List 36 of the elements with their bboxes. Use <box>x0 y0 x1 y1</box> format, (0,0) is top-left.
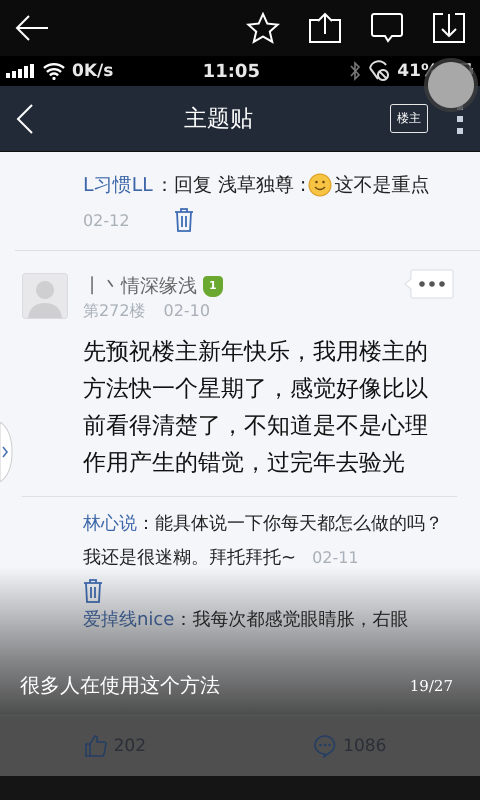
post-text: 先预祝楼主新年快乐，我用楼主的方法快一个星期了，感觉好像比以前看得清楚了，不知道是不是心理作用产生的错觉，过完年去验光 <box>83 338 429 478</box>
level-badge: 1 <box>203 276 223 296</box>
page-title: 主题贴 <box>184 105 254 134</box>
download-icon[interactable] <box>432 12 466 44</box>
username-link[interactable]: L习惯LL <box>83 172 153 198</box>
signal-icon <box>6 64 36 78</box>
page-counter: 19/27 <box>410 676 453 694</box>
back-arrow-icon[interactable] <box>14 14 50 42</box>
network-speed: 0K/s <box>72 61 114 81</box>
star-icon[interactable] <box>246 12 280 44</box>
blocked-icon <box>367 60 392 82</box>
back-icon[interactable] <box>16 102 34 134</box>
owner-only-button[interactable]: 楼主 <box>390 104 428 133</box>
caption: 很多人在使用这个方法 <box>20 672 220 699</box>
date-label: 02-12 <box>83 210 130 230</box>
clock: 11:05 <box>202 60 260 82</box>
bluetooth-icon <box>349 61 362 81</box>
comment-icon[interactable] <box>370 12 404 44</box>
reply-text: 林心说：能具体说一下你每天都怎么做的吗？我还是很迷糊。拜托拜托~ 02-11 <box>83 512 444 570</box>
username-link[interactable]: 爱掉线nice <box>83 609 174 630</box>
trash-icon[interactable] <box>174 208 194 232</box>
username[interactable]: 丨丶情深缘浅 <box>83 273 197 299</box>
date-label: 02-10 <box>164 301 210 322</box>
username-link[interactable]: 林心说 <box>83 513 137 534</box>
more-options-button[interactable] <box>404 269 454 299</box>
smiley-icon <box>308 173 332 197</box>
trash-icon[interactable] <box>83 579 103 603</box>
thumbs-up-icon[interactable] <box>84 734 108 758</box>
reply-text: 这不是重点 <box>334 173 430 198</box>
reply-text: ：回复 浅草独尊 : <box>154 173 306 198</box>
floor-label: 第272楼 <box>83 301 146 322</box>
reply-text: 爱掉线nice：我每次都感觉眼睛胀，右眼 <box>83 608 410 632</box>
side-handle-icon[interactable] <box>0 422 14 482</box>
wifi-icon <box>42 62 66 80</box>
date-label: 02-11 <box>312 548 359 567</box>
share-icon[interactable] <box>308 12 342 44</box>
